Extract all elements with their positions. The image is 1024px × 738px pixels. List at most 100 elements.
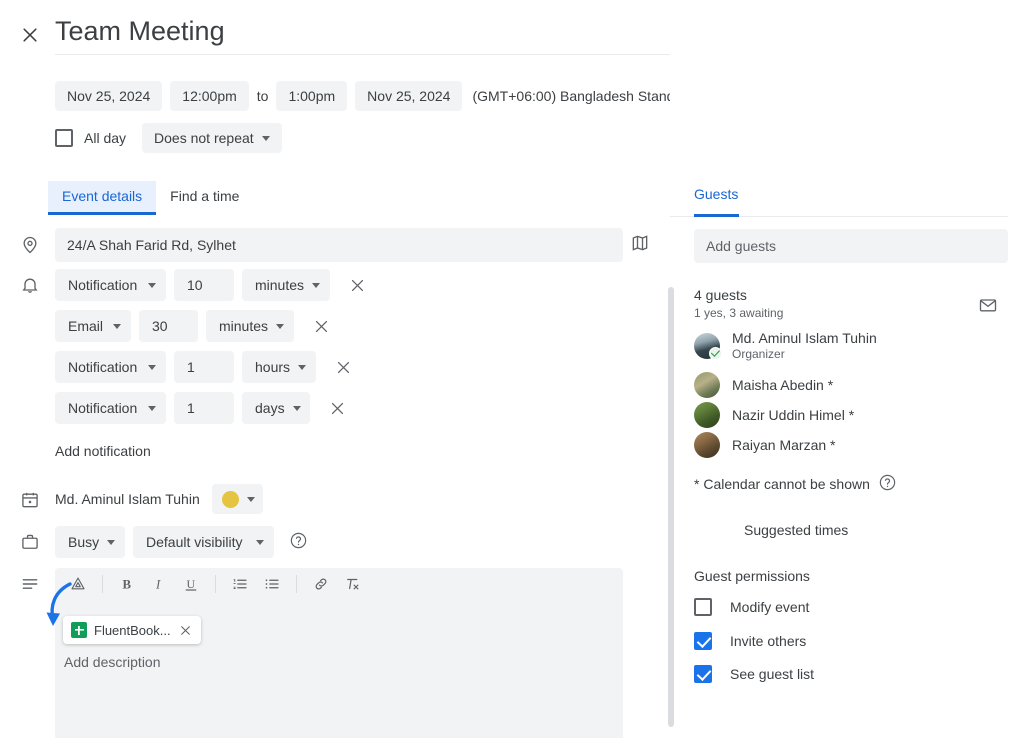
permission-see-guest-list[interactable]: See guest list	[694, 665, 814, 683]
notification-unit-label-3: days	[255, 400, 285, 416]
remove-notification-button-1[interactable]	[308, 313, 334, 339]
tab-find-a-time[interactable]: Find a time	[156, 181, 253, 215]
attachment-chip[interactable]: FluentBook...	[63, 616, 201, 644]
see-guest-list-label: See guest list	[730, 666, 814, 682]
guests-panel: Guests Add guests 4 guests 1 yes, 3 awai…	[670, 0, 1024, 738]
description-editor: B I U	[55, 568, 623, 738]
event-details-panel: 24/A Shah Farid Rd, Sylhet Notification …	[0, 218, 670, 738]
chevron-down-icon	[113, 324, 121, 329]
italic-icon[interactable]: I	[144, 569, 174, 599]
event-title-input[interactable]: Team Meeting	[55, 12, 670, 55]
chevron-down-icon	[148, 406, 156, 411]
envelope-icon[interactable]	[978, 295, 1000, 317]
invite-others-checkbox[interactable]	[694, 632, 712, 650]
bell-icon	[18, 273, 42, 297]
remove-formatting-icon[interactable]	[338, 569, 368, 599]
notification-amount-input-1[interactable]: 30	[139, 310, 198, 342]
see-guest-list-checkbox[interactable]	[694, 665, 712, 683]
notification-type-label-2: Notification	[68, 359, 137, 375]
location-input[interactable]: 24/A Shah Farid Rd, Sylhet	[55, 228, 623, 262]
calendar-not-shown-note: * Calendar cannot be shown	[694, 473, 900, 495]
add-notification-button[interactable]: Add notification	[55, 443, 151, 459]
calendar-not-shown-label: * Calendar cannot be shown	[694, 476, 870, 492]
notification-amount-input-0[interactable]: 10	[174, 269, 234, 301]
description-lines-icon	[18, 572, 42, 596]
notification-unit-dropdown-0[interactable]: minutes	[242, 269, 330, 301]
to-separator: to	[249, 88, 277, 104]
chevron-down-icon	[312, 283, 320, 288]
invite-others-label: Invite others	[730, 633, 806, 649]
guest-row-2[interactable]: Nazir Uddin Himel *	[694, 402, 854, 428]
numbered-list-icon[interactable]	[225, 569, 255, 599]
notification-amount-input-3[interactable]: 1	[174, 392, 234, 424]
chevron-down-icon	[148, 283, 156, 288]
tab-guests-label: Guests	[694, 186, 738, 211]
calendar-icon	[18, 488, 42, 512]
calendar-owner-row: Md. Aminul Islam Tuhin	[55, 484, 263, 514]
recurrence-dropdown[interactable]: Does not repeat	[142, 123, 282, 153]
tab-find-a-time-label: Find a time	[170, 188, 239, 204]
guest-row-0[interactable]: Md. Aminul Islam Tuhin Organizer	[694, 330, 877, 361]
permission-modify-event[interactable]: Modify event	[694, 598, 809, 616]
drive-attach-icon[interactable]	[63, 569, 93, 599]
notification-unit-label-1: minutes	[219, 318, 268, 334]
chevron-down-icon	[247, 497, 255, 502]
help-circle-icon[interactable]	[878, 473, 900, 495]
close-icon[interactable]	[16, 21, 44, 49]
add-guests-input[interactable]: Add guests	[694, 229, 1008, 263]
visibility-dropdown[interactable]: Default visibility	[133, 526, 274, 558]
notification-type-dropdown-1[interactable]: Email	[55, 310, 131, 342]
notification-row-3: Notification 1 days	[55, 392, 350, 424]
tab-guests[interactable]: Guests	[694, 186, 738, 211]
chevron-down-icon	[276, 324, 284, 329]
map-icon[interactable]	[630, 233, 654, 257]
start-time-field[interactable]: 12:00pm	[170, 81, 248, 111]
notification-type-dropdown-2[interactable]: Notification	[55, 351, 166, 383]
notification-amount-input-2[interactable]: 1	[174, 351, 234, 383]
notification-unit-dropdown-2[interactable]: hours	[242, 351, 316, 383]
availability-row: Busy Default visibility	[55, 526, 311, 558]
guest-permissions-title: Guest permissions	[694, 568, 810, 584]
bold-icon[interactable]: B	[112, 569, 142, 599]
remove-notification-button-3[interactable]	[324, 395, 350, 421]
guests-scrollbar[interactable]	[668, 287, 674, 727]
remove-notification-button-2[interactable]	[330, 354, 356, 380]
notification-type-dropdown-3[interactable]: Notification	[55, 392, 166, 424]
tab-event-details[interactable]: Event details	[48, 181, 156, 215]
bulleted-list-icon[interactable]	[257, 569, 287, 599]
avatar	[694, 402, 720, 428]
event-color-dropdown[interactable]	[212, 484, 263, 514]
guest-row-1[interactable]: Maisha Abedin *	[694, 372, 833, 398]
end-date-field[interactable]: Nov 25, 2024	[355, 81, 462, 111]
briefcase-icon	[18, 530, 42, 554]
modify-event-checkbox[interactable]	[694, 598, 712, 616]
chevron-down-icon	[262, 136, 270, 141]
avatar	[694, 333, 720, 359]
event-color-swatch	[222, 491, 239, 508]
end-time-field[interactable]: 1:00pm	[276, 81, 347, 111]
link-icon[interactable]	[306, 569, 336, 599]
svg-text:U: U	[187, 577, 196, 591]
toolbar-divider	[102, 575, 103, 593]
start-date-field[interactable]: Nov 25, 2024	[55, 81, 162, 111]
notification-type-label-1: Email	[68, 318, 103, 334]
underline-icon[interactable]: U	[176, 569, 206, 599]
description-placeholder[interactable]: Add description	[64, 654, 161, 670]
calendar-owner-name: Md. Aminul Islam Tuhin	[55, 491, 200, 507]
all-day-checkbox[interactable]	[55, 129, 73, 147]
modify-event-label: Modify event	[730, 599, 809, 615]
guest-row-3[interactable]: Raiyan Marzan *	[694, 432, 836, 458]
availability-dropdown[interactable]: Busy	[55, 526, 125, 558]
notification-row-0: Notification 10 minutes	[55, 269, 370, 301]
suggested-times-button[interactable]: Suggested times	[744, 522, 848, 538]
remove-notification-button-0[interactable]	[344, 272, 370, 298]
google-sheets-icon	[71, 622, 87, 638]
remove-attachment-icon[interactable]	[178, 622, 194, 638]
notification-type-dropdown-0[interactable]: Notification	[55, 269, 166, 301]
permission-invite-others[interactable]: Invite others	[694, 632, 806, 650]
all-day-label[interactable]: All day	[84, 130, 126, 146]
help-circle-icon[interactable]	[289, 531, 311, 553]
chevron-down-icon	[293, 406, 301, 411]
notification-unit-dropdown-1[interactable]: minutes	[206, 310, 294, 342]
notification-unit-dropdown-3[interactable]: days	[242, 392, 310, 424]
